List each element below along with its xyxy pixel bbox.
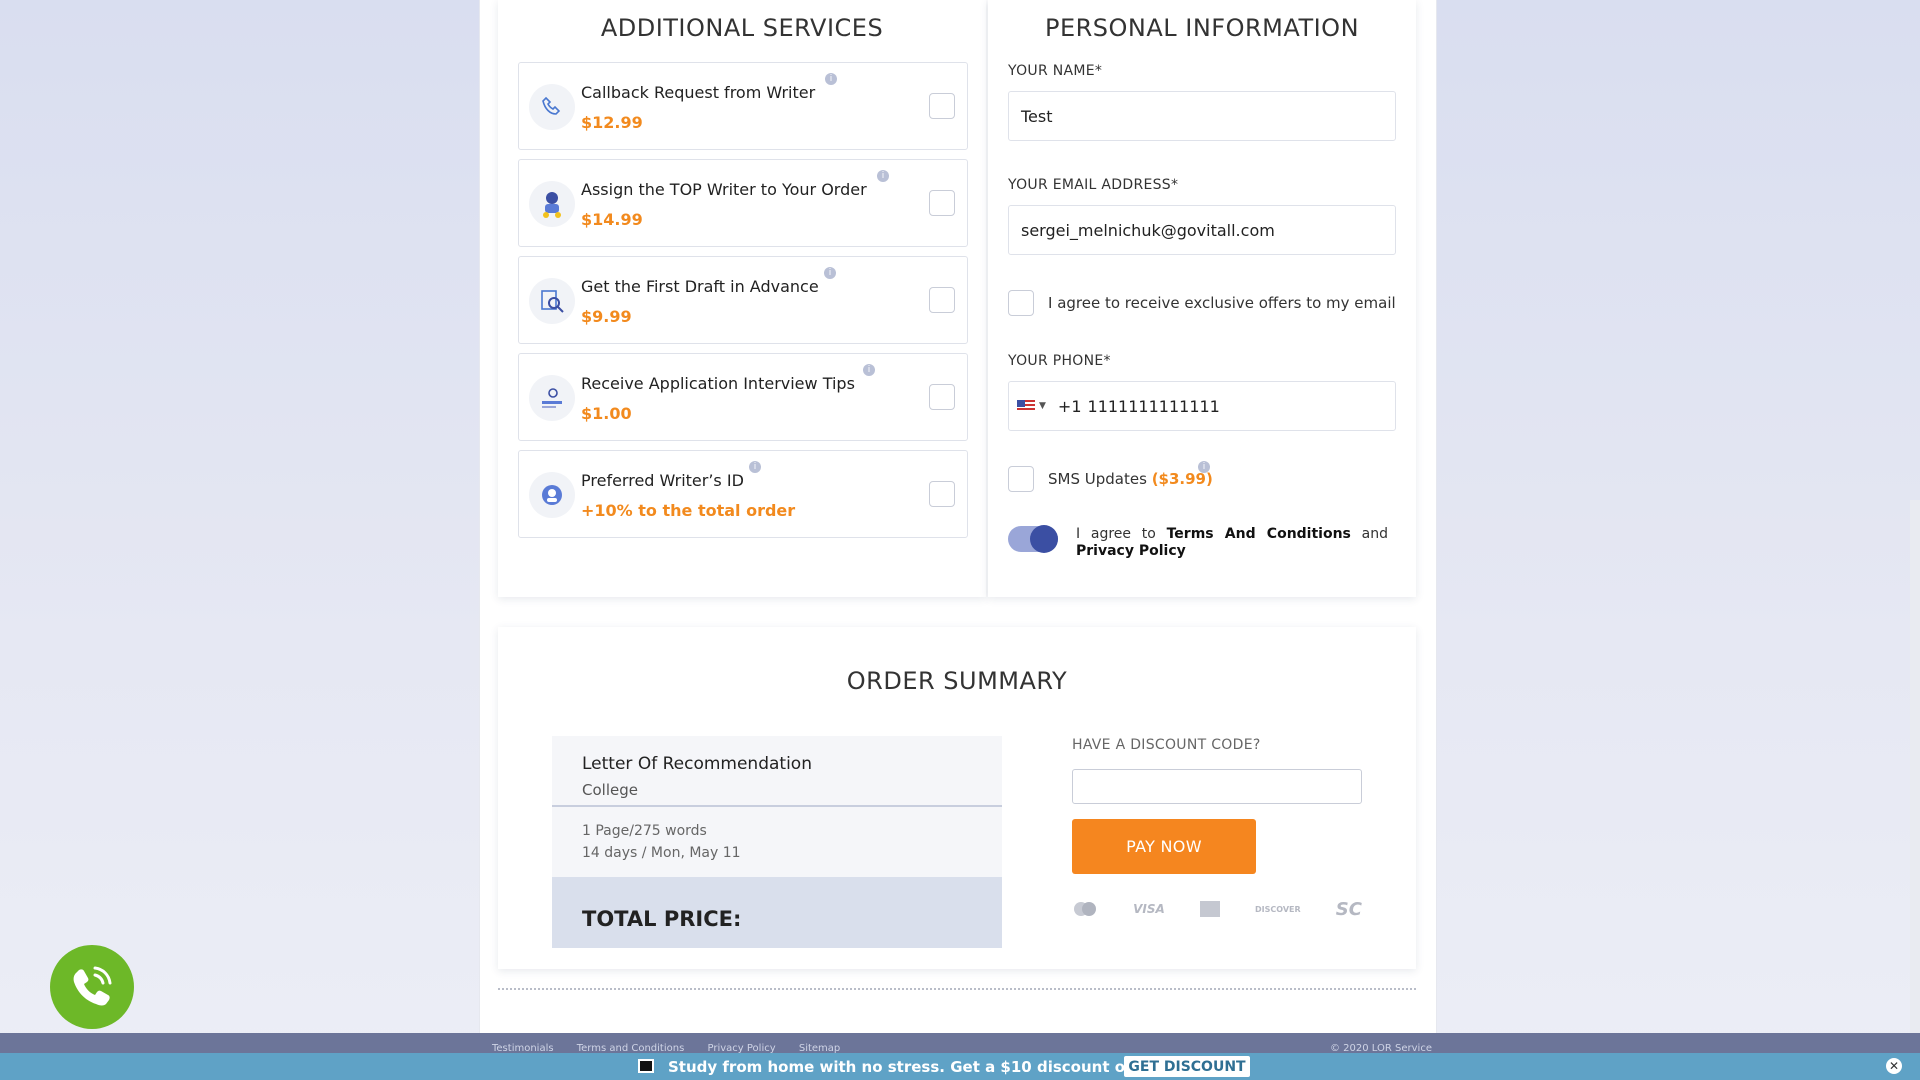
agree-prefix: I agree to (1076, 526, 1156, 542)
name-field[interactable]: Test (1008, 91, 1396, 141)
footer-bar (0, 1033, 1920, 1053)
phone-code: +1 (1057, 396, 1082, 416)
close-icon[interactable]: ✕ (1886, 1058, 1902, 1074)
name-value: Test (1021, 106, 1053, 126)
privacy-link[interactable]: Privacy Policy (1076, 543, 1186, 559)
sc-icon: SC (1335, 898, 1362, 920)
visa-icon: VISA (1133, 902, 1165, 916)
chevron-down-icon[interactable]: ▼ (1039, 401, 1046, 411)
phone-call-icon (73, 966, 112, 1006)
order-deadline: 14 days / Mon, May 11 (582, 845, 741, 861)
call-button[interactable] (50, 945, 134, 1029)
promo-bar: Study from home with no stress. Get a $1… (0, 1053, 1920, 1080)
scrollbar[interactable] (1910, 500, 1920, 1033)
service-title: Get the First Draft in Advance (581, 277, 819, 296)
draft-search-icon (529, 278, 575, 324)
email-label: YOUR EMAIL ADDRESS* (1008, 177, 1179, 193)
info-icon[interactable]: i (824, 267, 836, 279)
discount-label: HAVE A DISCOUNT CODE? (1072, 737, 1261, 753)
order-level: College (582, 781, 638, 799)
total-price-row: TOTAL PRICE: (552, 877, 1002, 948)
us-flag-icon[interactable] (1017, 400, 1035, 412)
service-price: $12.99 (581, 113, 643, 132)
phone-field[interactable]: ▼ +1 1111111111111 (1008, 381, 1396, 431)
name-label: YOUR NAME* (1008, 63, 1103, 79)
payment-cards: VISA DISCOVER SC (1072, 897, 1362, 921)
services-title: ADDITIONAL SERVICES (600, 14, 884, 42)
service-title: Assign the TOP Writer to Your Order (581, 180, 867, 199)
mastercard-icon (1074, 902, 1096, 916)
order-header: Letter Of Recommendation College (552, 736, 1002, 807)
total-price-label: TOTAL PRICE: (582, 907, 742, 931)
service-preferred-writer[interactable]: Preferred Writer’s ID +10% to the total … (518, 450, 968, 538)
dotted-divider (498, 988, 1416, 990)
terms-agreement: I agree to Terms And Conditions and Priv… (1076, 526, 1388, 560)
offers-label: I agree to receive exclusive offers to m… (1048, 294, 1396, 312)
info-icon[interactable]: i (877, 170, 889, 182)
laptop-icon (638, 1059, 654, 1073)
order-pages: 1 Page/275 words (582, 823, 707, 839)
service-first-draft[interactable]: Get the First Draft in Advance $9.99 i (518, 256, 968, 344)
info-icon[interactable]: i (749, 461, 761, 473)
tips-icon (529, 375, 575, 421)
offers-checkbox[interactable] (1008, 290, 1034, 316)
writer-id-icon (529, 472, 575, 518)
terms-toggle[interactable] (1008, 525, 1058, 553)
sms-label-row: SMS Updates ($3.99) (1048, 470, 1213, 488)
email-field[interactable]: sergei_melnichuk@govitall.com (1008, 205, 1396, 255)
order-details: Letter Of Recommendation College 1 Page/… (552, 736, 1002, 948)
service-price: $9.99 (581, 307, 632, 326)
personal-information-card: PERSONAL INFORMATION YOUR NAME* Test YOU… (988, 0, 1416, 597)
phone-icon (529, 84, 575, 130)
sms-checkbox[interactable] (1008, 466, 1034, 492)
info-icon[interactable]: i (863, 364, 875, 376)
toggle-knob (1030, 525, 1058, 553)
service-price: $1.00 (581, 404, 632, 423)
personal-title: PERSONAL INFORMATION (1044, 14, 1360, 42)
info-icon[interactable]: i (825, 73, 837, 85)
top-writer-icon (529, 181, 575, 227)
service-title: Receive Application Interview Tips (581, 374, 855, 393)
service-top-writer[interactable]: Assign the TOP Writer to Your Order $14.… (518, 159, 968, 247)
service-checkbox[interactable] (929, 481, 955, 507)
order-title: Letter Of Recommendation (582, 754, 812, 774)
email-value: sergei_melnichuk@govitall.com (1021, 220, 1275, 240)
service-price: +10% to the total order (581, 501, 796, 520)
amex-icon (1199, 901, 1220, 917)
order-summary-card: ORDER SUMMARY Letter Of Recommendation C… (498, 627, 1416, 969)
terms-link[interactable]: Terms And Conditions (1167, 526, 1351, 542)
sms-label: SMS Updates (1048, 470, 1147, 488)
service-callback[interactable]: Callback Request from Writer $12.99 i (518, 62, 968, 150)
agree-and: and (1361, 526, 1389, 542)
service-checkbox[interactable] (929, 287, 955, 313)
summary-title: ORDER SUMMARY (846, 667, 1068, 695)
discover-icon: DISCOVER (1255, 904, 1301, 914)
additional-services-card: ADDITIONAL SERVICES Callback Request fro… (498, 0, 986, 597)
service-checkbox[interactable] (929, 384, 955, 410)
service-checkbox[interactable] (929, 93, 955, 119)
service-price: $14.99 (581, 210, 643, 229)
pay-now-button[interactable]: PAY NOW (1072, 819, 1256, 874)
info-icon[interactable]: i (1198, 461, 1210, 473)
phone-label: YOUR PHONE* (1008, 353, 1111, 369)
discount-input[interactable] (1072, 769, 1362, 804)
service-title: Callback Request from Writer (581, 83, 816, 102)
get-discount-button[interactable]: GET DISCOUNT (1124, 1056, 1250, 1077)
service-interview-tips[interactable]: Receive Application Interview Tips $1.00… (518, 353, 968, 441)
service-title: Preferred Writer’s ID (581, 471, 744, 490)
service-checkbox[interactable] (929, 190, 955, 216)
phone-value: 1111111111111 (1087, 396, 1220, 416)
